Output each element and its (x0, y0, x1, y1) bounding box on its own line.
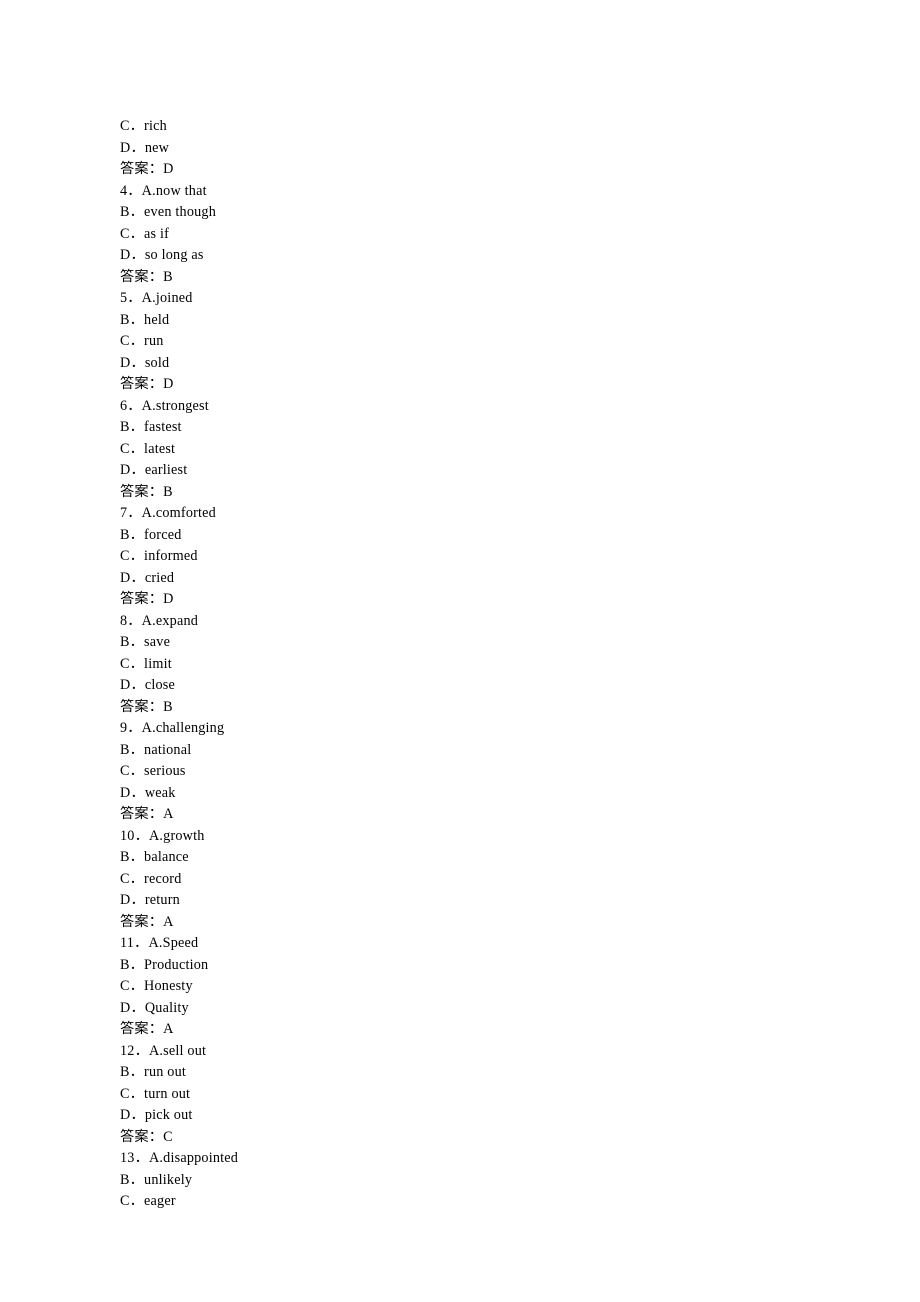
text-line: D．pick out (120, 1105, 920, 1127)
text-line: D．return (120, 890, 920, 912)
text-line: 11．A.Speed (120, 933, 920, 955)
text-line: B．save (120, 632, 920, 654)
text-line: 9．A.challenging (120, 718, 920, 740)
answer-line: 答案：A (120, 912, 920, 934)
answer-line: 答案：B (120, 267, 920, 289)
text-line: C．eager (120, 1191, 920, 1213)
text-line: D．close (120, 675, 920, 697)
text-line: C．turn out (120, 1084, 920, 1106)
answer-line: 答案：D (120, 159, 920, 181)
text-line: B．fastest (120, 417, 920, 439)
text-line: B．even though (120, 202, 920, 224)
text-line: C．limit (120, 654, 920, 676)
text-line: 4．A.now that (120, 181, 920, 203)
text-line: 5．A.joined (120, 288, 920, 310)
text-line: C．as if (120, 224, 920, 246)
answer-line: 答案：B (120, 482, 920, 504)
text-line: B．Production (120, 955, 920, 977)
answer-line: 答案：A (120, 1019, 920, 1041)
answer-line: 答案：D (120, 589, 920, 611)
answer-line: 答案：A (120, 804, 920, 826)
text-line: 6．A.strongest (120, 396, 920, 418)
text-line: B．held (120, 310, 920, 332)
text-line: B．national (120, 740, 920, 762)
document-page: C．rich D．new 答案：D 4．A.now that B．even th… (0, 0, 920, 1302)
answer-line: 答案：B (120, 697, 920, 719)
text-line: 7．A.comforted (120, 503, 920, 525)
text-line: C．record (120, 869, 920, 891)
answer-line: 答案：C (120, 1127, 920, 1149)
text-line: B．run out (120, 1062, 920, 1084)
text-line: D．so long as (120, 245, 920, 267)
text-line: C．rich (120, 116, 920, 138)
text-line: C．latest (120, 439, 920, 461)
text-line: D．sold (120, 353, 920, 375)
text-line: D．Quality (120, 998, 920, 1020)
text-line: D．cried (120, 568, 920, 590)
text-line: D．new (120, 138, 920, 160)
text-line: B．forced (120, 525, 920, 547)
text-line: B．balance (120, 847, 920, 869)
text-line: D．earliest (120, 460, 920, 482)
text-line: 8．A.expand (120, 611, 920, 633)
text-line: 13．A.disappointed (120, 1148, 920, 1170)
text-line: B．unlikely (120, 1170, 920, 1192)
text-line: D．weak (120, 783, 920, 805)
text-line: C．Honesty (120, 976, 920, 998)
text-line: C．run (120, 331, 920, 353)
text-line: C．serious (120, 761, 920, 783)
text-line: 10．A.growth (120, 826, 920, 848)
text-line: C．informed (120, 546, 920, 568)
answer-line: 答案：D (120, 374, 920, 396)
text-line: 12．A.sell out (120, 1041, 920, 1063)
